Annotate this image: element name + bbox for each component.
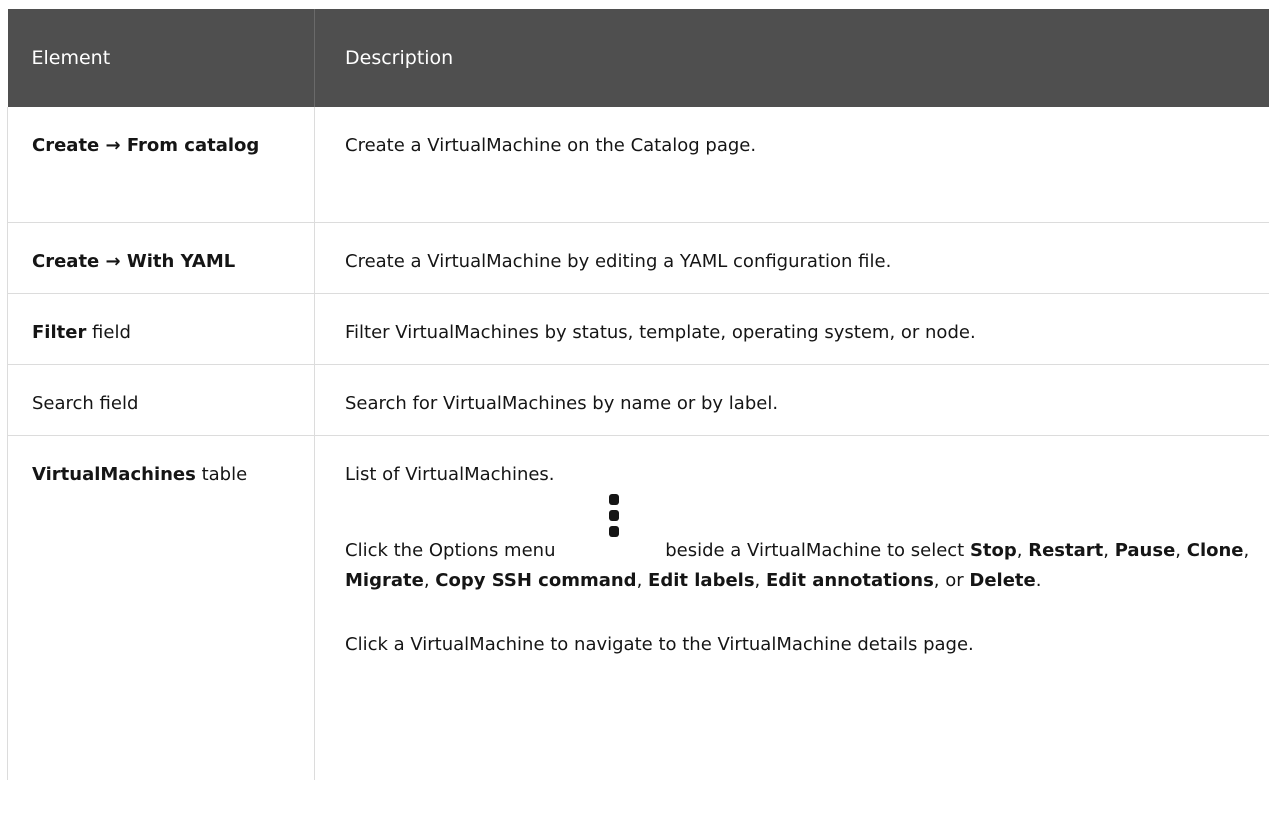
options-mid-text: beside a VirtualMachine to select — [659, 540, 970, 561]
kebab-icon — [555, 494, 659, 566]
action-migrate: Migrate — [345, 570, 424, 591]
action-separator: , or — [933, 570, 970, 591]
description-cell: Search for VirtualMachines by name or by… — [314, 364, 1269, 436]
action-copy-ssh-command: Copy SSH command — [435, 570, 637, 591]
table-row: Filter field Filter VirtualMachines by s… — [7, 293, 1269, 365]
action-clone: Clone — [1186, 540, 1244, 561]
action-separator: , — [754, 570, 766, 591]
options-lead-text: Click the Options menu — [345, 540, 556, 561]
table-row: Create → With YAML Create a VirtualMachi… — [7, 222, 1269, 294]
element-suffix: Search field — [32, 393, 139, 414]
element-cell: VirtualMachines table — [7, 435, 315, 780]
table-row: Search field Search for VirtualMachines … — [7, 364, 1269, 436]
header-description: Description — [314, 9, 1269, 107]
action-edit-labels: Edit labels — [648, 570, 755, 591]
description-cell: Create a VirtualMachine on the Catalog p… — [314, 107, 1269, 223]
element-suffix: field — [86, 322, 131, 343]
element-cell: Search field — [7, 364, 315, 436]
action-separator: , — [636, 570, 649, 591]
element-cell: Create → From catalog — [7, 107, 315, 223]
action-separator: , — [1175, 540, 1187, 561]
element-name: Filter — [32, 322, 87, 343]
element-cell: Create → With YAML — [7, 222, 315, 294]
element-name: Create → From catalog — [32, 135, 260, 156]
table-row: Create → From catalog Create a VirtualMa… — [7, 107, 1269, 223]
table-header-row: Element Description — [7, 9, 1269, 107]
action-edit-annotations: Edit annotations — [766, 570, 934, 591]
action-separator: . — [1035, 570, 1042, 591]
action-delete: Delete — [969, 570, 1036, 591]
action-separator: , — [1243, 540, 1250, 561]
element-suffix: table — [195, 464, 248, 485]
table-row: VirtualMachines table List of VirtualMac… — [7, 435, 1269, 781]
action-separator: , — [1016, 540, 1029, 561]
action-separator: , — [1103, 540, 1115, 561]
description-cell: List of VirtualMachines. Click the Optio… — [315, 436, 1269, 781]
action-restart: Restart — [1028, 540, 1104, 561]
description-intro: List of VirtualMachines. — [345, 464, 555, 485]
description-cell: Create a VirtualMachine by editing a YAM… — [314, 222, 1269, 294]
element-name: Create → With YAML — [32, 251, 236, 272]
doc-page: Element Description Create → From catalo… — [0, 0, 1269, 814]
element-name: VirtualMachines — [32, 464, 196, 485]
header-element: Element — [7, 9, 315, 107]
description-cell: Filter VirtualMachines by status, templa… — [314, 293, 1269, 365]
action-pause: Pause — [1114, 540, 1176, 561]
action-separator: , — [423, 570, 436, 591]
element-cell: Filter field — [7, 293, 315, 365]
options-paragraph: Click the Options menu beside a VirtualM… — [345, 494, 1250, 596]
navigate-paragraph: Click a VirtualMachine to navigate to th… — [345, 634, 974, 655]
action-stop: Stop — [969, 540, 1017, 561]
elements-table: Element Description Create → From catalo… — [7, 9, 1269, 780]
